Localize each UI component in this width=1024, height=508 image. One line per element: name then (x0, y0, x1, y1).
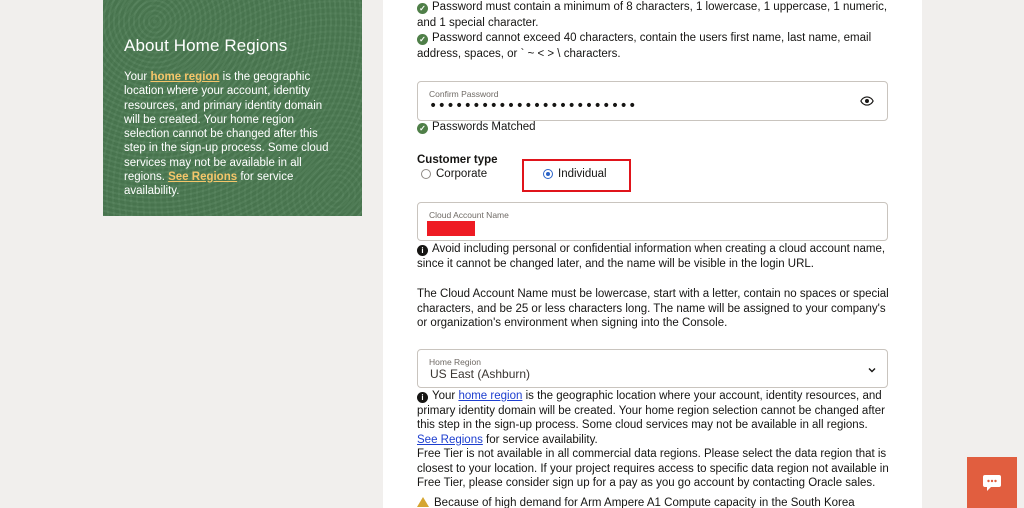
home-region-note: i Your home region is the geographic loca… (417, 389, 891, 447)
card-text-prefix: Your (124, 71, 151, 83)
chat-bubble-icon (983, 474, 1001, 491)
info-icon: i (417, 392, 428, 403)
card-text: Your home region is the geographic locat… (124, 70, 340, 199)
home-region-link[interactable]: home region (150, 71, 219, 83)
home-region-link[interactable]: home region (458, 390, 522, 402)
passwords-matched-text: Passwords Matched (432, 121, 536, 133)
confirm-password-field[interactable]: Confirm Password •••••••••••••••••••••••… (417, 81, 888, 121)
warning-icon (417, 497, 429, 507)
passwords-matched-status: ✓ Passwords Matched (417, 121, 536, 134)
redacted-value (427, 221, 475, 236)
capacity-warning-text: Because of high demand for Arm Ampere A1… (434, 497, 855, 508)
chat-button[interactable] (967, 457, 1017, 508)
home-region-value[interactable]: US East (Ashburn) (430, 367, 530, 381)
cloud-account-name-label: Cloud Account Name (429, 210, 509, 220)
eye-icon[interactable] (860, 94, 874, 108)
radio-corporate[interactable]: Corporate (421, 168, 487, 180)
home-region-note-prefix: Your (432, 390, 459, 402)
customer-type-label: Customer type (417, 154, 498, 166)
capacity-warning: Because of high demand for Arm Ampere A1… (417, 496, 891, 508)
password-rule-text: Password cannot exceed 40 characters, co… (417, 32, 872, 60)
home-region-select[interactable]: Home Region US East (Ashburn) (417, 349, 888, 388)
chevron-down-icon[interactable] (867, 365, 877, 375)
cloud-account-name-field[interactable]: Cloud Account Name (417, 202, 888, 241)
confirm-password-value[interactable]: •••••••••••••••••••••••• (429, 98, 637, 114)
info-icon: i (417, 245, 428, 256)
free-tier-note: Free Tier is not available in all commer… (417, 448, 889, 489)
password-rule-exclusions: ✓ Password cannot exceed 40 characters, c… (417, 31, 891, 62)
check-icon: ✓ (417, 123, 428, 134)
password-rule-text: Password must contain a minimum of 8 cha… (417, 1, 888, 29)
card-title: About Home Regions (124, 36, 288, 55)
home-region-note-suffix: for service availability. (482, 433, 598, 446)
check-icon: ✓ (417, 34, 428, 45)
radio-corporate-label[interactable]: Corporate (436, 168, 487, 180)
cloud-account-note: i Avoid including personal or confidentia… (417, 242, 891, 271)
about-home-regions-card: About Home Regions Your home region is t… (103, 0, 362, 216)
check-icon: ✓ (417, 3, 428, 14)
highlight-annotation-box (522, 159, 631, 192)
see-regions-link[interactable]: See Regions (168, 171, 237, 183)
cloud-account-rules: The Cloud Account Name must be lowercase… (417, 288, 889, 329)
cloud-account-note-text: Avoid including personal or confidential… (417, 243, 886, 270)
radio-circle[interactable] (421, 169, 431, 179)
see-regions-link[interactable]: See Regions (417, 434, 483, 446)
card-text-body: is the geographic location where your ac… (124, 71, 329, 184)
password-rule-length: ✓ Password must contain a minimum of 8 ch… (417, 0, 891, 31)
home-region-label: Home Region (429, 357, 481, 367)
